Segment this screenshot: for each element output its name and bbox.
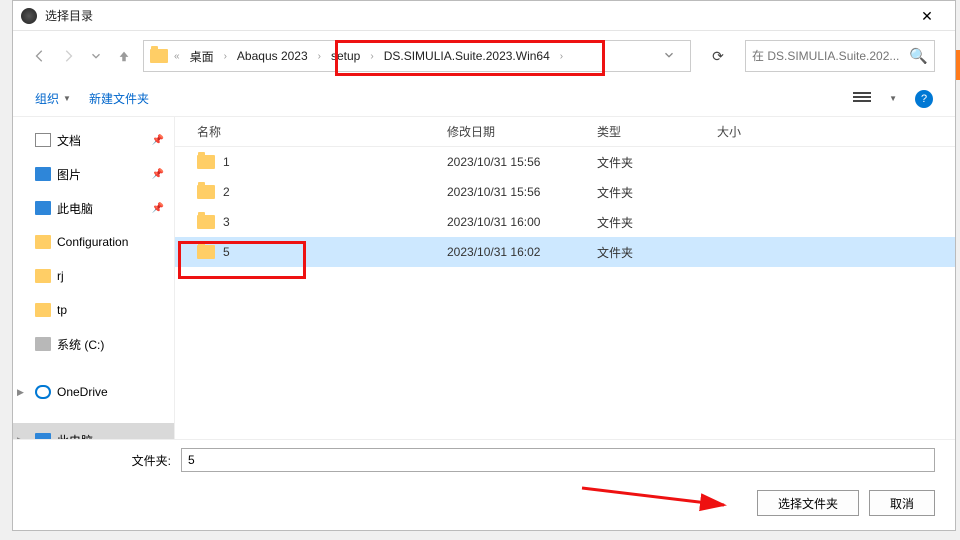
sidebar-item[interactable]: Configuration bbox=[13, 225, 174, 259]
chevron-right-icon: ▶ bbox=[17, 387, 24, 398]
table-row[interactable]: 1 2023/10/31 15:56文件夹 bbox=[175, 147, 955, 177]
table-row[interactable]: 2 2023/10/31 15:56文件夹 bbox=[175, 177, 955, 207]
breadcrumb[interactable]: Abaqus 2023 bbox=[233, 47, 312, 65]
sidebar-item-label: 此电脑 bbox=[57, 432, 93, 440]
breadcrumb[interactable]: DS.SIMULIA.Suite.2023.Win64 bbox=[380, 47, 554, 65]
folder-label: 文件夹: bbox=[33, 452, 181, 469]
folder-icon bbox=[197, 245, 215, 259]
file-name: 5 bbox=[223, 245, 230, 259]
folder-icon bbox=[197, 155, 215, 169]
sidebar-item-label: Configuration bbox=[57, 235, 128, 249]
organize-button[interactable]: 组织▼ bbox=[35, 90, 71, 107]
refresh-icon[interactable]: ⟳ bbox=[703, 40, 733, 72]
file-name: 1 bbox=[223, 155, 230, 169]
annotation-edge bbox=[956, 50, 960, 80]
sidebar-item[interactable]: tp bbox=[13, 293, 174, 327]
file-type: 文件夹 bbox=[597, 154, 717, 171]
table-row[interactable]: 5 2023/10/31 16:02文件夹 bbox=[175, 237, 955, 267]
sidebar-item[interactable]: rj bbox=[13, 259, 174, 293]
file-date: 2023/10/31 16:00 bbox=[447, 215, 597, 229]
file-date: 2023/10/31 15:56 bbox=[447, 155, 597, 169]
new-folder-button[interactable]: 新建文件夹 bbox=[89, 90, 149, 107]
view-dropdown-icon[interactable]: ▼ bbox=[889, 94, 897, 103]
address-dropdown-icon[interactable] bbox=[654, 48, 684, 65]
sidebar-item-label: 文档 bbox=[57, 132, 81, 149]
file-date: 2023/10/31 16:02 bbox=[447, 245, 597, 259]
file-name: 3 bbox=[223, 215, 230, 229]
chevron-right-icon: › bbox=[316, 51, 323, 62]
cloud-icon bbox=[35, 385, 51, 399]
column-name[interactable]: 名称 bbox=[197, 123, 447, 140]
file-date: 2023/10/31 15:56 bbox=[447, 185, 597, 199]
sidebar: 文档 📌 图片 📌 此电脑 📌 Configuration rj tp 系统 (C:)… bbox=[13, 117, 175, 439]
file-type: 文件夹 bbox=[597, 244, 717, 261]
search-icon[interactable]: 🔍 bbox=[909, 47, 928, 65]
column-date[interactable]: 修改日期 bbox=[447, 123, 597, 140]
file-name: 2 bbox=[223, 185, 230, 199]
recent-dropdown-icon[interactable] bbox=[89, 49, 103, 63]
file-type: 文件夹 bbox=[597, 214, 717, 231]
sidebar-item-onedrive[interactable]: ▶ OneDrive bbox=[13, 375, 174, 409]
file-list: 名称 修改日期 类型 大小 12023/10/31 15:56文件夹22023/… bbox=[175, 117, 955, 439]
sidebar-item-label: 图片 bbox=[57, 166, 81, 183]
breadcrumb[interactable]: 桌面 bbox=[186, 46, 218, 67]
folder-icon bbox=[197, 215, 215, 229]
cancel-button[interactable]: 取消 bbox=[869, 490, 935, 516]
sidebar-item[interactable]: 图片 📌 bbox=[13, 157, 174, 191]
chevron-right-icon: › bbox=[558, 51, 565, 62]
folder-icon bbox=[35, 269, 51, 283]
search-input[interactable] bbox=[752, 49, 909, 63]
sidebar-item-label: 系统 (C:) bbox=[57, 336, 104, 353]
close-icon[interactable]: ✕ bbox=[907, 1, 947, 31]
pin-icon: 📌 bbox=[152, 135, 164, 146]
back-icon[interactable] bbox=[33, 49, 47, 63]
sidebar-item-label: tp bbox=[57, 303, 67, 317]
app-icon bbox=[21, 8, 37, 24]
file-type: 文件夹 bbox=[597, 184, 717, 201]
folder-icon bbox=[197, 185, 215, 199]
pin-icon: 📌 bbox=[152, 169, 164, 180]
select-folder-button[interactable]: 选择文件夹 bbox=[757, 490, 859, 516]
table-row[interactable]: 3 2023/10/31 16:00文件夹 bbox=[175, 207, 955, 237]
sidebar-item-thispc[interactable]: ▶ 此电脑 bbox=[13, 423, 174, 439]
disk-icon bbox=[35, 337, 51, 351]
sidebar-item[interactable]: 此电脑 📌 bbox=[13, 191, 174, 225]
chevron-right-icon: › bbox=[222, 51, 229, 62]
window-title: 选择目录 bbox=[45, 7, 93, 24]
sidebar-item[interactable]: 文档 📌 bbox=[13, 123, 174, 157]
forward-icon[interactable] bbox=[61, 49, 75, 63]
chevron-right-icon: ▶ bbox=[17, 435, 24, 440]
address-bar[interactable]: « 桌面 › Abaqus 2023 › setup › DS.SIMULIA.… bbox=[143, 40, 691, 72]
help-icon[interactable]: ? bbox=[915, 90, 933, 108]
folder-icon bbox=[150, 49, 168, 63]
sidebar-item-label: rj bbox=[57, 269, 64, 283]
view-options-icon[interactable] bbox=[853, 92, 871, 106]
sidebar-item[interactable]: 系统 (C:) bbox=[13, 327, 174, 361]
sidebar-item-label: 此电脑 bbox=[57, 200, 93, 217]
column-type[interactable]: 类型 bbox=[597, 123, 717, 140]
pictures-icon bbox=[35, 167, 51, 181]
pc-icon bbox=[35, 201, 51, 215]
sidebar-item-label: OneDrive bbox=[57, 385, 108, 399]
search-box[interactable]: 🔍 bbox=[745, 40, 935, 72]
pin-icon: 📌 bbox=[152, 203, 164, 214]
document-icon bbox=[35, 133, 51, 147]
folder-input[interactable] bbox=[181, 448, 935, 472]
up-icon[interactable] bbox=[117, 49, 131, 63]
folder-icon bbox=[35, 235, 51, 249]
breadcrumb[interactable]: setup bbox=[327, 47, 364, 65]
chevron-right-icon: › bbox=[368, 51, 375, 62]
column-size[interactable]: 大小 bbox=[717, 123, 797, 140]
breadcrumb-prefix: « bbox=[172, 51, 182, 62]
folder-icon bbox=[35, 303, 51, 317]
pc-icon bbox=[35, 433, 51, 439]
